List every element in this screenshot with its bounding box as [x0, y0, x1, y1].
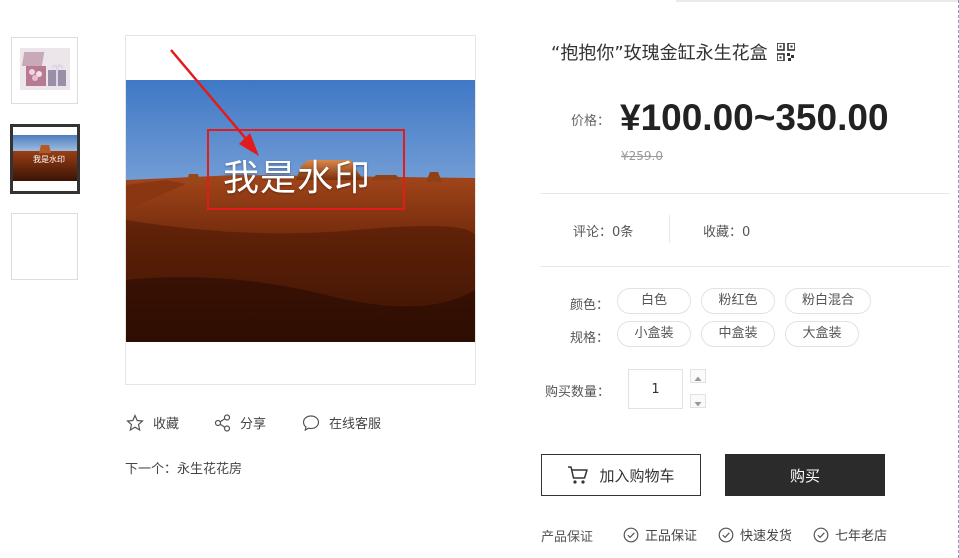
qr-code-icon[interactable]: [776, 43, 795, 61]
desert-image: [126, 80, 475, 342]
gift-box-image: [20, 48, 70, 90]
shopping-cart-icon: [568, 466, 589, 484]
top-divider: [676, 0, 959, 2]
product-title-text: “抱抱你”玫瑰金缸永生花盒: [551, 43, 768, 64]
price-label: 价格：: [571, 114, 611, 129]
original-price: ¥259.0: [621, 149, 663, 163]
add-to-cart-label: 加入购物车: [599, 466, 675, 485]
share-label: 分享: [240, 417, 267, 432]
divider-1: [540, 193, 950, 194]
quantity-increase-button[interactable]: [690, 369, 706, 383]
guarantee-seven-years-text: 七年老店: [835, 529, 888, 544]
share-action[interactable]: 分享: [214, 413, 266, 432]
next-product-link[interactable]: 下一个：永生花花房: [125, 458, 242, 477]
main-image-frame: 我是水印: [125, 35, 476, 385]
comment-count[interactable]: 评论：0条: [573, 221, 633, 240]
check-circle-icon: [623, 527, 639, 542]
guarantee-label: 产品保证: [541, 530, 594, 545]
check-circle-icon: [813, 527, 829, 542]
online-service-action[interactable]: 在线客服: [302, 413, 381, 432]
watermark-box: 我是水印: [207, 129, 405, 210]
caret-down-icon: [694, 402, 702, 407]
share-icon: [214, 413, 231, 432]
color-option-pink[interactable]: 粉红色: [701, 288, 775, 314]
thumbnail-empty[interactable]: [11, 213, 78, 280]
size-option-small[interactable]: 小盒装: [617, 321, 691, 347]
caret-up-icon: [694, 376, 702, 381]
buy-button[interactable]: 购买: [725, 454, 885, 496]
guarantee-fast-shipping-text: 快速发货: [740, 529, 793, 544]
color-option-white[interactable]: 白色: [617, 288, 691, 314]
price-range: ¥100.00~350.00: [620, 97, 889, 138]
guarantee-genuine: 正品保证: [623, 525, 697, 544]
product-title: “抱抱你”玫瑰金缸永生花盒: [551, 39, 795, 65]
size-option-medium[interactable]: 中盒装: [701, 321, 775, 347]
color-label: 颜色：: [570, 298, 610, 313]
favorite-count: 收藏：0: [703, 225, 751, 240]
check-circle-icon: [718, 527, 734, 542]
guarantee-seven-years: 七年老店: [813, 525, 887, 544]
quantity-input[interactable]: [628, 369, 683, 409]
thumb-watermark-text: 我是水印: [33, 154, 65, 164]
stat-separator: [669, 215, 670, 243]
watermark-text: 我是水印: [223, 158, 372, 199]
chat-bubble-icon: [302, 414, 320, 431]
desert-thumb-image: 我是水印: [13, 135, 77, 181]
size-label: 规格：: [570, 331, 610, 346]
favorite-action[interactable]: 收藏: [126, 413, 179, 432]
online-service-label: 在线客服: [329, 417, 382, 432]
favorite-label: 收藏: [153, 417, 180, 432]
guarantee-genuine-text: 正品保证: [645, 529, 698, 544]
thumbnail-gift-box[interactable]: [11, 37, 78, 104]
quantity-label: 购买数量：: [545, 385, 611, 400]
quantity-decrease-button[interactable]: [690, 394, 706, 408]
thumbnail-desert[interactable]: 我是水印: [10, 124, 80, 194]
size-option-large[interactable]: 大盒装: [785, 321, 859, 347]
color-option-pink-white[interactable]: 粉白混合: [785, 288, 871, 314]
star-icon: [126, 413, 144, 431]
add-to-cart-button[interactable]: 加入购物车: [541, 454, 701, 496]
divider-2: [540, 266, 950, 267]
guarantee-fast-shipping: 快速发货: [718, 525, 792, 544]
